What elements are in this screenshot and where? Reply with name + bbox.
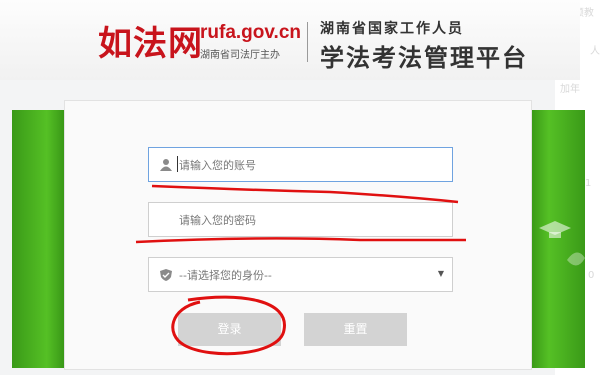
underline-annotation xyxy=(135,237,466,244)
underline-annotation xyxy=(151,184,459,204)
annotation-layer xyxy=(135,184,466,356)
circle-annotation xyxy=(171,295,286,356)
